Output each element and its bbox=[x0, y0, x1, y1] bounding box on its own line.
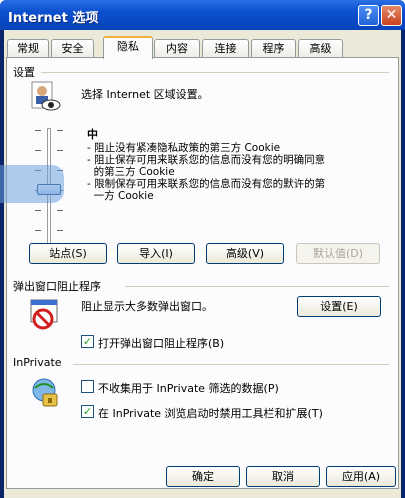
help-button[interactable]: ? bbox=[358, 5, 379, 26]
privacy-level-name: 中 bbox=[87, 128, 98, 141]
dialog-body: 常规 安全 隐私 内容 连接 程序 高级 设置 选择 Internet 区域设置… bbox=[4, 30, 401, 498]
tab-privacy[interactable]: 隐私 bbox=[103, 36, 153, 59]
sites-button[interactable]: 站点(S) bbox=[29, 243, 107, 264]
tab-strip: 常规 安全 隐私 内容 连接 程序 高级 bbox=[4, 36, 401, 59]
tab-advanced[interactable]: 高级 bbox=[298, 39, 343, 58]
slider-tick bbox=[57, 130, 63, 131]
ok-button[interactable]: 确定 bbox=[166, 466, 240, 487]
slider-tick bbox=[57, 230, 63, 231]
inprivate-filtering-checkbox[interactable] bbox=[81, 380, 94, 393]
tab-general[interactable]: 常规 bbox=[7, 39, 49, 58]
window-title: Internet 选项 bbox=[8, 11, 99, 26]
inprivate-toolbars-label[interactable]: 在 InPrivate 浏览启动时禁用工具栏和扩展(T) bbox=[98, 405, 323, 421]
popup-blocker-icon bbox=[29, 298, 61, 332]
advanced-button[interactable]: 高级(V) bbox=[206, 243, 284, 264]
cancel-button[interactable]: 取消 bbox=[246, 466, 320, 487]
settings-group-label: 设置 bbox=[13, 64, 39, 80]
slider-tick bbox=[57, 210, 63, 211]
slider-highlight-overlay bbox=[0, 165, 64, 203]
popup-blocker-checkbox-label[interactable]: 打开弹出窗口阻止程序(B) bbox=[98, 335, 224, 351]
import-button[interactable]: 导入(I) bbox=[117, 243, 195, 264]
popup-divider bbox=[125, 286, 389, 287]
close-button[interactable]: ✕ bbox=[381, 5, 402, 26]
popup-blocker-checkbox[interactable]: ✓ bbox=[81, 335, 94, 348]
level-bullet: 的第三方 Cookie bbox=[87, 166, 175, 178]
inprivate-toolbars-checkbox[interactable]: ✓ bbox=[81, 405, 94, 418]
slider-tick bbox=[35, 130, 41, 131]
inprivate-icon bbox=[29, 376, 61, 410]
slider-tick bbox=[35, 210, 41, 211]
tab-programs[interactable]: 程序 bbox=[251, 39, 296, 58]
popup-group-label: 弹出窗口阻止程序 bbox=[13, 278, 105, 294]
level-bullet: 一方 Cookie bbox=[87, 190, 154, 202]
privacy-level-description: - 阻止没有紧凑隐私政策的第三方 Cookie - 阻止保存可用来联系您的信息而… bbox=[87, 142, 325, 202]
settings-description: 选择 Internet 区域设置。 bbox=[81, 88, 209, 101]
dialog-window: Internet 选项 ? ✕ 常规 安全 隐私 内容 连接 程序 高级 设置 bbox=[0, 0, 405, 498]
popup-description: 阻止显示大多数弹出窗口。 bbox=[81, 300, 213, 313]
title-bar[interactable]: Internet 选项 ? ✕ bbox=[0, 0, 405, 30]
popup-settings-button[interactable]: 设置(E) bbox=[297, 296, 381, 317]
inprivate-filtering-label[interactable]: 不收集用于 InPrivate 筛选的数据(P) bbox=[98, 380, 279, 396]
settings-divider bbox=[41, 72, 389, 73]
level-bullet: - 限制保存可用来联系您的信息而没有您的默许的第 bbox=[87, 178, 326, 190]
inprivate-group-label: InPrivate bbox=[13, 356, 66, 369]
tab-content[interactable]: 内容 bbox=[154, 39, 200, 58]
slider-tick bbox=[35, 150, 41, 151]
default-button[interactable]: 默认值(D) bbox=[296, 243, 380, 264]
tab-security[interactable]: 安全 bbox=[51, 39, 94, 58]
apply-button[interactable]: 应用(A) bbox=[326, 466, 396, 487]
level-bullet: - 阻止没有紧凑隐私政策的第三方 Cookie bbox=[87, 142, 281, 154]
privacy-eye-icon bbox=[29, 80, 61, 114]
inprivate-divider bbox=[73, 364, 389, 365]
level-bullet: - 阻止保存可用来联系您的信息而没有您的明确同意 bbox=[87, 154, 326, 166]
slider-tick bbox=[57, 150, 63, 151]
slider-tick bbox=[35, 230, 41, 231]
tab-connections[interactable]: 连接 bbox=[202, 39, 249, 58]
privacy-panel: 设置 选择 Internet 区域设置。 中 - 阻止没有紧凑隐私政策的第三方 … bbox=[6, 57, 399, 489]
